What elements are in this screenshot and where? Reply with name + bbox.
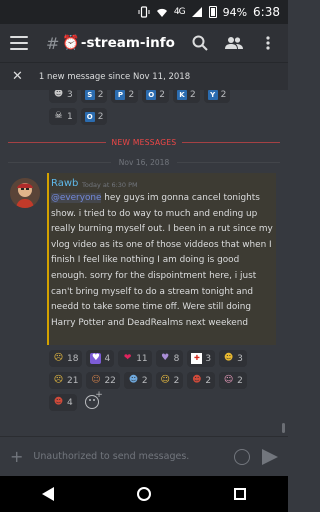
vibrate-icon	[138, 6, 150, 18]
purple-heart-icon: ♥	[161, 353, 170, 363]
letter-o-icon: O	[146, 90, 157, 100]
red-heart-icon: ❤	[123, 353, 132, 363]
devil-icon: ☻	[192, 375, 202, 385]
reaction-purple-heart-box[interactable]: ♥ 4	[86, 350, 115, 367]
pink-face-icon: ☺	[223, 375, 234, 385]
clock: 6:38	[253, 5, 280, 19]
reaction-pink-face[interactable]: ☺ 2	[219, 372, 247, 389]
pensive-face-icon: ☹	[53, 353, 64, 363]
message-timestamp: Today at 6:30 PM	[82, 181, 138, 189]
reaction-letter-p[interactable]: P2	[111, 90, 139, 103]
new-messages-label: NEW MESSAGES	[111, 137, 177, 147]
reactions-row-2: ☹ 21 ☺ 22 ☻ 2 ☺ 2 ☻ 2 ☺ 2	[49, 372, 247, 389]
avatar[interactable]	[10, 178, 40, 208]
kiss-face-icon: ☺	[160, 375, 170, 385]
hash-icon: #	[46, 33, 60, 53]
reactions-row-1: ☹ 18 ♥ 4 ❤ 11 ♥ 8 ✚ 3 ☻ 3	[49, 350, 247, 367]
letter-k-icon: K	[176, 90, 187, 100]
plus-icon[interactable]: +	[10, 447, 23, 466]
recent-apps-icon[interactable]	[234, 488, 247, 500]
new-messages-banner[interactable]: ✕ 1 new message since Nov 11, 2018	[0, 62, 288, 90]
battery-icon	[208, 6, 217, 18]
alarm-clock-icon: ⏰	[62, 35, 80, 51]
reaction-skull[interactable]: ☠ 1	[49, 108, 77, 125]
reaction-character[interactable]: ☺ 22	[86, 372, 120, 389]
everyone-mention[interactable]: @everyone	[51, 193, 102, 203]
reaction-letter-k[interactable]: K2	[172, 90, 200, 103]
channel-name: -stream-info	[80, 35, 175, 51]
signal-icon	[191, 6, 203, 18]
message-composer: + Unauthorized to send messages.	[0, 436, 288, 476]
system-nav-bar	[0, 476, 288, 512]
previous-reactions-row-2: ☠ 1 O2	[49, 108, 108, 125]
reaction-letter-o[interactable]: O2	[142, 90, 169, 103]
search-icon[interactable]	[190, 33, 210, 53]
reaction-kiss-face[interactable]: ☺ 2	[155, 372, 184, 389]
reaction-devil[interactable]: ☻ 2	[187, 372, 216, 389]
channel-title[interactable]: # ⏰ -stream-info	[46, 34, 190, 53]
reaction-sad-face[interactable]: ☹ 21	[49, 372, 83, 389]
reaction-red-heart[interactable]: ❤ 11	[118, 350, 152, 367]
composer-placeholder: Unauthorized to send messages.	[33, 451, 190, 462]
face-icon: ☻	[128, 375, 139, 385]
message-author[interactable]: Rawb	[51, 178, 78, 189]
character-2-icon: ☻	[53, 397, 64, 407]
previous-reactions-row-1: ☻ 3 S2 P2 O2 K2 Y2	[49, 90, 231, 103]
character-icon: ☺	[91, 375, 101, 385]
add-reaction-icon[interactable]	[84, 390, 103, 409]
home-icon[interactable]	[136, 487, 151, 501]
message-text: hey guys im gonna cancel tonights show. …	[51, 193, 273, 328]
heart-box-icon: ♥	[90, 353, 102, 364]
reaction-face[interactable]: ☻ 2	[123, 372, 152, 389]
members-icon[interactable]	[224, 33, 244, 53]
date-separator: Nov 16, 2018	[8, 156, 281, 168]
reaction-letter-y[interactable]: Y2	[203, 90, 231, 103]
letter-p-icon: P	[115, 90, 126, 100]
canada-flag-icon: ✚	[191, 353, 203, 364]
chat-area[interactable]: ☻ 3 S2 P2 O2 K2 Y2 ☠ 1 O2 NEW MESSAGES Nov…	[0, 90, 288, 436]
reaction-canada-flag[interactable]: ✚ 3	[187, 350, 216, 367]
reaction-letter-s[interactable]: S2	[80, 90, 108, 103]
new-messages-divider: NEW MESSAGES	[8, 136, 280, 148]
scrollbar[interactable]	[282, 423, 285, 433]
reaction-gold-face[interactable]: ☻ 3	[219, 350, 247, 367]
reaction-purple-heart[interactable]: ♥ 8	[155, 350, 184, 367]
date-label: Nov 16, 2018	[118, 157, 170, 167]
battery-level: 94%	[222, 5, 248, 19]
close-icon[interactable]: ✕	[12, 70, 23, 83]
letter-s-icon: S	[84, 90, 95, 100]
reaction-character-2[interactable]: ☻ 4	[49, 394, 77, 411]
letter-y-icon: Y	[207, 90, 218, 100]
new-messages-text: 1 new message since Nov 11, 2018	[38, 71, 191, 82]
skull-face-icon: ☻	[53, 90, 64, 99]
back-icon[interactable]	[41, 487, 54, 501]
emoji-icon[interactable]	[234, 448, 250, 465]
sad-face-icon: ☹	[53, 375, 64, 385]
reaction-pensive[interactable]: ☹ 18	[49, 350, 83, 367]
network-type: 4G	[173, 7, 186, 17]
reaction-skull-face[interactable]: ☻ 3	[49, 90, 77, 103]
wifi-icon	[156, 6, 168, 18]
reactions-row-3: ☻ 4	[49, 390, 103, 411]
message-body[interactable]: @everyone hey guys im gonna cancel tonig…	[51, 191, 275, 331]
app-bar: # ⏰ -stream-info	[0, 24, 288, 62]
status-bar: 4G 94% 6:38	[0, 0, 288, 24]
letter-o-icon: O	[84, 111, 95, 122]
reaction-letter-o-2[interactable]: O2	[80, 108, 108, 125]
skull-icon: ☠	[54, 111, 63, 121]
send-icon[interactable]	[262, 448, 278, 465]
more-options-icon[interactable]	[258, 33, 278, 53]
menu-icon[interactable]	[10, 36, 28, 50]
gold-face-icon: ☻	[223, 353, 234, 363]
